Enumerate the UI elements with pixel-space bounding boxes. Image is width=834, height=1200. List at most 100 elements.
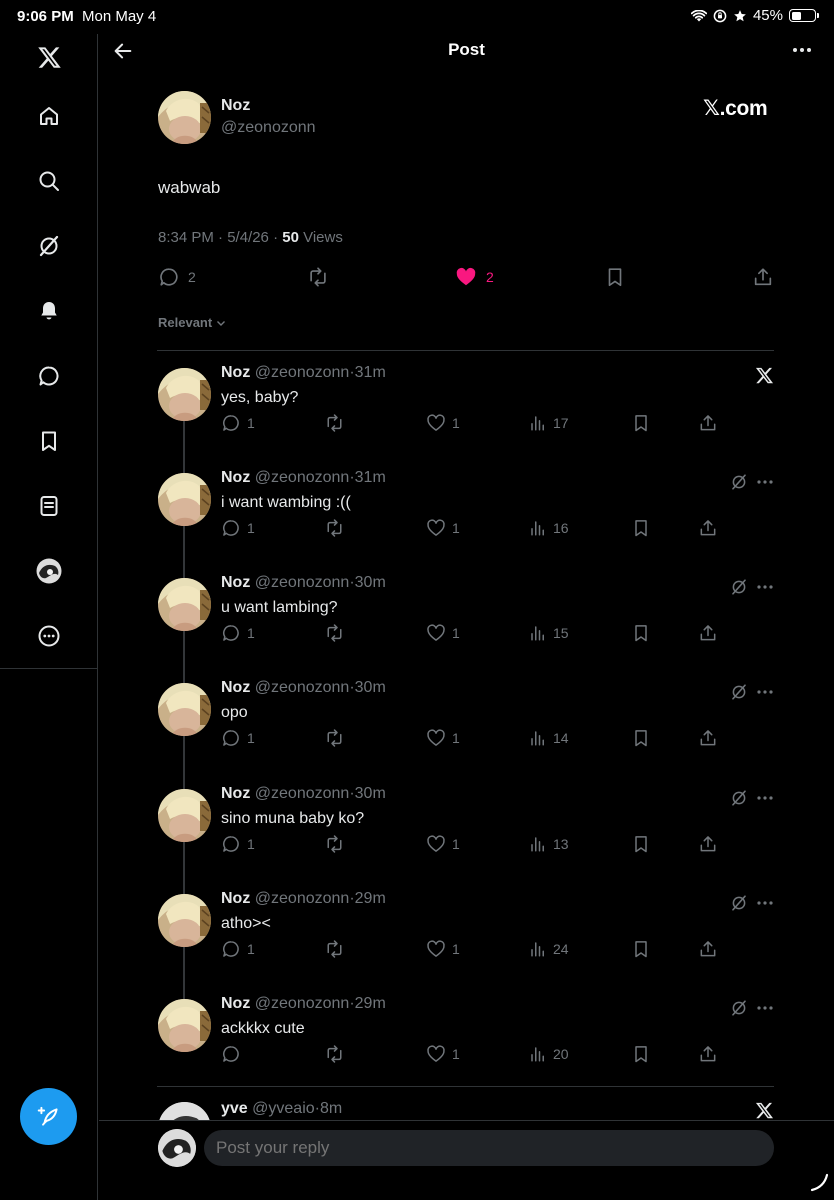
- reply-time[interactable]: 29m: [355, 890, 386, 907]
- views-button[interactable]: 13: [529, 832, 569, 856]
- reply-time[interactable]: 30m: [355, 679, 386, 696]
- grok-icon[interactable]: [729, 472, 749, 492]
- repost-button[interactable]: [324, 1042, 345, 1066]
- post-author-name[interactable]: Noz: [221, 97, 250, 115]
- reply-avatar[interactable]: [158, 473, 211, 526]
- share-button[interactable]: [698, 1042, 718, 1066]
- reply-author-handle[interactable]: @zeonozonn: [255, 469, 350, 486]
- share-button[interactable]: [698, 832, 718, 856]
- grok-icon[interactable]: [34, 231, 64, 261]
- like-button[interactable]: 1: [426, 726, 460, 750]
- share-button[interactable]: [698, 937, 718, 961]
- messages-icon[interactable]: [34, 361, 64, 391]
- reply-author-name[interactable]: Noz: [221, 364, 250, 381]
- reply-author-name[interactable]: Noz: [221, 890, 250, 907]
- share-button[interactable]: [698, 726, 718, 750]
- reply-time[interactable]: 30m: [355, 785, 386, 802]
- repost-button[interactable]: [324, 621, 345, 645]
- views-button[interactable]: 24: [529, 937, 569, 961]
- home-icon[interactable]: [34, 101, 64, 131]
- reply-author-name[interactable]: Noz: [221, 995, 250, 1012]
- partial-reply-handle[interactable]: @yveaio: [252, 1100, 315, 1117]
- lists-icon[interactable]: [34, 491, 64, 521]
- reply-avatar[interactable]: [158, 894, 211, 947]
- reply-time[interactable]: 30m: [355, 574, 386, 591]
- post-reply-button[interactable]: 2: [158, 265, 196, 289]
- grok-icon[interactable]: [729, 998, 749, 1018]
- like-button[interactable]: 1: [426, 516, 460, 540]
- grok-icon[interactable]: [729, 893, 749, 913]
- reply-author-name[interactable]: Noz: [221, 679, 250, 696]
- views-button[interactable]: 14: [529, 726, 569, 750]
- partial-reply-name[interactable]: yve: [221, 1100, 248, 1117]
- reply-author-name[interactable]: Noz: [221, 469, 250, 486]
- reply-time[interactable]: 31m: [355, 469, 386, 486]
- reply-item[interactable]: Noz @zeonozonn·30m sino muna baby ko? 1 1 13: [158, 780, 774, 885]
- reply-button[interactable]: 1: [221, 621, 255, 645]
- reply-avatar[interactable]: [158, 999, 211, 1052]
- more-horizontal-icon[interactable]: [755, 893, 775, 913]
- reply-button[interactable]: [221, 1042, 247, 1066]
- reply-author-handle[interactable]: @zeonozonn: [255, 890, 350, 907]
- share-button[interactable]: [698, 411, 718, 435]
- bookmark-button[interactable]: [631, 937, 651, 961]
- bookmark-button[interactable]: [631, 621, 651, 645]
- reply-item[interactable]: Noz @zeonozonn·31m i want wambing :((1 1 16: [158, 464, 774, 569]
- reply-avatar[interactable]: [158, 683, 211, 736]
- bookmark-button[interactable]: [631, 411, 651, 435]
- profile-avatar[interactable]: [34, 556, 64, 586]
- more-horizontal-icon[interactable]: [755, 682, 775, 702]
- views-button[interactable]: 20: [529, 1042, 569, 1066]
- reply-author-name[interactable]: Noz: [221, 785, 250, 802]
- views-button[interactable]: 16: [529, 516, 569, 540]
- more-horizontal-icon[interactable]: [755, 788, 775, 808]
- reply-time[interactable]: 31m: [355, 364, 386, 381]
- reply-item[interactable]: Noz @zeonozonn·29m ackkkx cute 1 20: [158, 990, 774, 1095]
- reply-button[interactable]: 1: [221, 516, 255, 540]
- share-button[interactable]: [698, 621, 718, 645]
- grok-icon[interactable]: [729, 788, 749, 808]
- share-button[interactable]: [698, 516, 718, 540]
- reply-author-name[interactable]: Noz: [221, 574, 250, 591]
- like-button[interactable]: 1: [426, 832, 460, 856]
- reply-avatar[interactable]: [158, 368, 211, 421]
- bookmark-button[interactable]: [631, 516, 651, 540]
- reply-button[interactable]: 1: [221, 411, 255, 435]
- reply-button[interactable]: 1: [221, 726, 255, 750]
- bookmark-button[interactable]: [631, 726, 651, 750]
- bell-icon[interactable]: [34, 296, 64, 326]
- reply-item[interactable]: Noz @zeonozonn·29m atho>< 1 1 24: [158, 885, 774, 990]
- reply-button[interactable]: 1: [221, 832, 255, 856]
- window-resize-handle[interactable]: [806, 1170, 830, 1194]
- views-button[interactable]: 17: [529, 411, 569, 435]
- reply-time[interactable]: 29m: [355, 995, 386, 1012]
- bookmark-icon[interactable]: [34, 426, 64, 456]
- reply-avatar[interactable]: [158, 578, 211, 631]
- reply-author-handle[interactable]: @zeonozonn: [255, 995, 350, 1012]
- more-options-button[interactable]: [790, 40, 814, 60]
- compose-button[interactable]: [20, 1088, 77, 1145]
- repost-button[interactable]: [324, 832, 345, 856]
- reply-author-handle[interactable]: @zeonozonn: [255, 785, 350, 802]
- post-share-button[interactable]: [752, 265, 774, 289]
- reply-avatar[interactable]: [158, 789, 211, 842]
- reply-author-handle[interactable]: @zeonozonn: [255, 679, 350, 696]
- repost-button[interactable]: [324, 937, 345, 961]
- sort-dropdown[interactable]: Relevant: [158, 315, 226, 330]
- views-button[interactable]: 15: [529, 621, 569, 645]
- reply-author-handle[interactable]: @zeonozonn: [255, 574, 350, 591]
- post-bookmark-button[interactable]: [604, 265, 626, 289]
- reply-author-handle[interactable]: @zeonozonn: [255, 364, 350, 381]
- grok-icon[interactable]: [729, 682, 749, 702]
- post-repost-button[interactable]: [306, 265, 330, 289]
- like-button[interactable]: 1: [426, 937, 460, 961]
- repost-button[interactable]: [324, 726, 345, 750]
- partial-reply-time[interactable]: 8m: [320, 1100, 342, 1117]
- more-horizontal-icon[interactable]: [755, 577, 775, 597]
- grok-icon[interactable]: [729, 577, 749, 597]
- like-button[interactable]: 1: [426, 411, 460, 435]
- more-horizontal-icon[interactable]: [755, 472, 775, 492]
- reply-item[interactable]: Noz @zeonozonn·31m yes, baby? 1 1 17: [158, 359, 774, 464]
- reply-item[interactable]: Noz @zeonozonn·30m u want lambing? 1 1 15: [158, 569, 774, 674]
- repost-button[interactable]: [324, 516, 345, 540]
